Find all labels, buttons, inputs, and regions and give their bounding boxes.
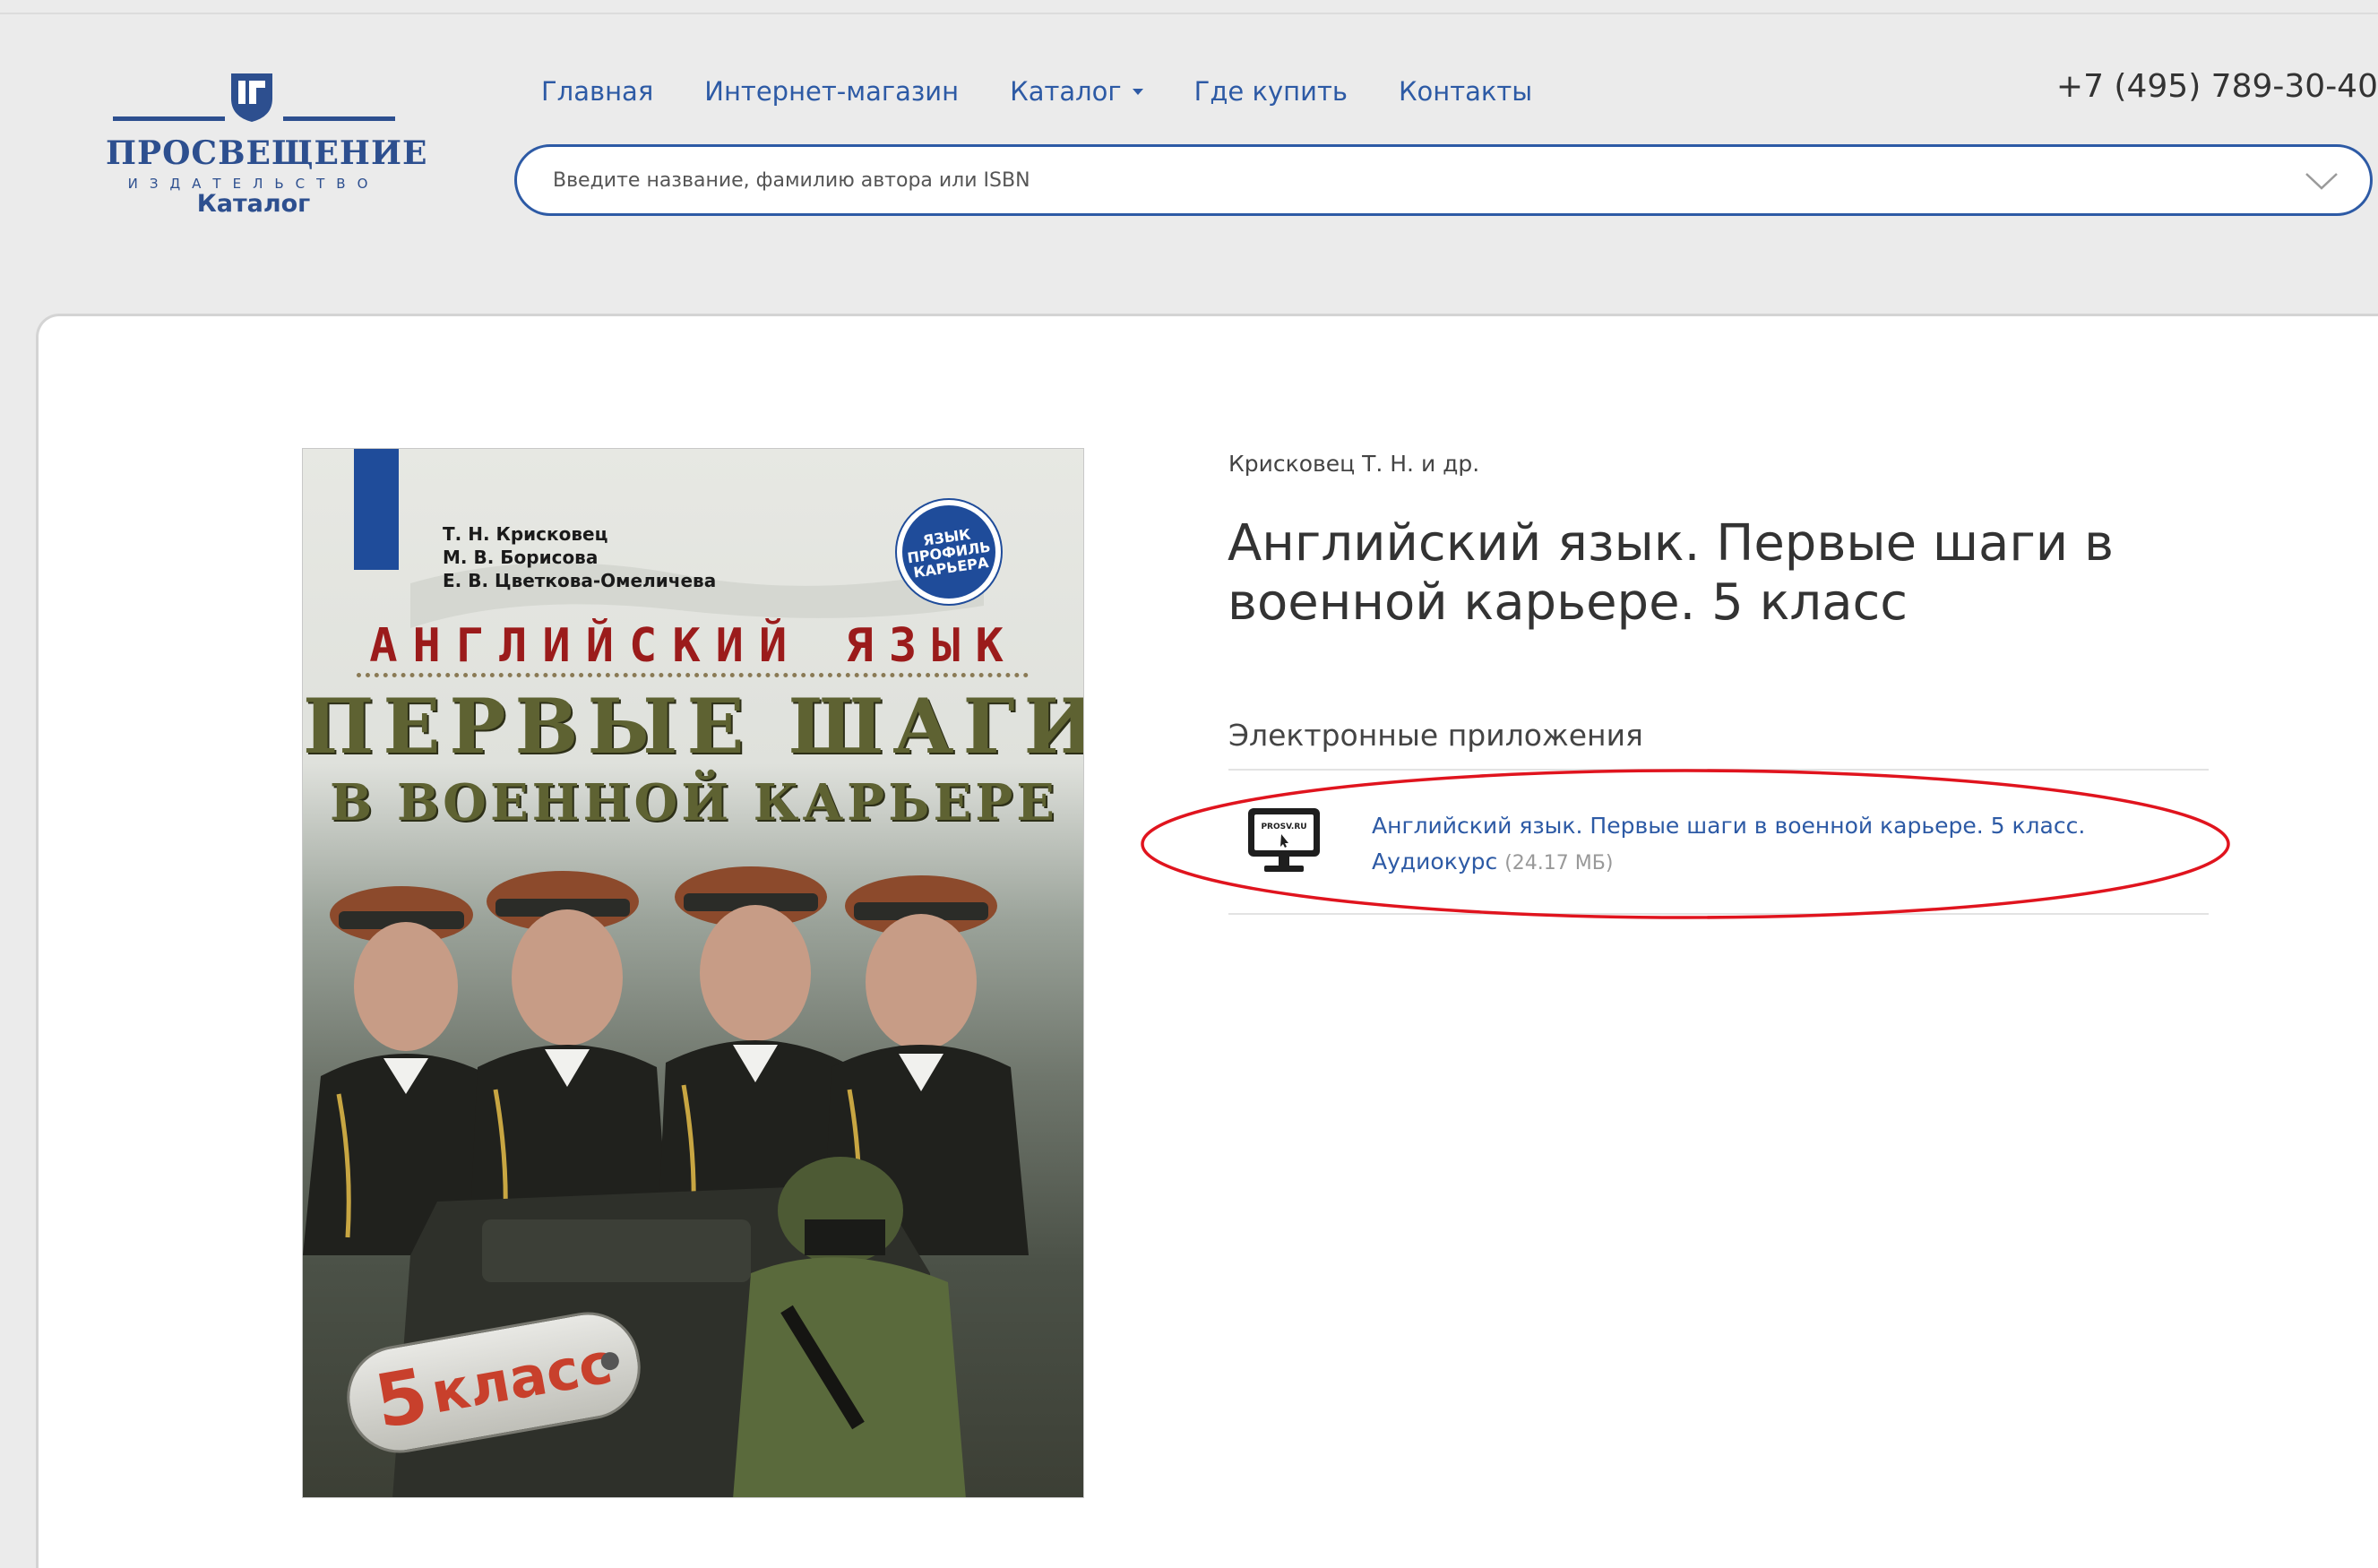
cover-series-badge: ЯЗЫК ПРОФИЛЬ КАРЬЕРА — [897, 500, 1001, 604]
cover-authors: Т. Н. Крисковец М. В. Борисова Е. В. Цве… — [443, 522, 716, 592]
cover-title-line-3: В ВОЕННОЙ КАРЬЕРЕ — [330, 773, 1058, 832]
book-author[interactable]: Крисковец Т. Н. и др. — [1228, 451, 1479, 477]
nav-link-where-to-buy[interactable]: Где купить — [1194, 76, 1348, 107]
nav-catalog-label: Каталог — [1010, 76, 1122, 107]
logo-bar-right — [283, 116, 395, 121]
main-nav: Главная Интернет-магазин Каталог Где куп… — [541, 72, 1583, 111]
cover-grade-number: 5 — [368, 1352, 435, 1445]
cover-publisher-mark — [354, 449, 399, 570]
book-title: Английский язык. Первые шаги в военной к… — [1228, 514, 2114, 632]
chevron-down-icon[interactable] — [2304, 170, 2339, 192]
divider-bottom — [1228, 913, 2209, 915]
top-border-line — [0, 13, 2378, 14]
cover-grade-word: класс — [426, 1329, 617, 1426]
cover-author-1: Т. Н. Крисковец — [443, 523, 608, 545]
logo-brand-text: ПРОСВЕЩЕНИЕ — [106, 134, 428, 172]
app-title: Английский язык. Первые шаги в военной к… — [1372, 813, 2086, 874]
app-download-link[interactable]: Английский язык. Первые шаги в военной к… — [1372, 808, 2178, 882]
monitor-icon-label: PROSV.RU — [1261, 823, 1306, 831]
search-input[interactable] — [553, 168, 2255, 192]
nav-link-shop[interactable]: Интернет-магазин — [704, 76, 959, 107]
cover-title-line-1: АНГЛИЙСКИЙ ЯЗЫК — [369, 619, 1019, 673]
logo-emblem-icon — [231, 73, 272, 122]
caret-down-icon — [1132, 88, 1143, 95]
electronic-apps-heading: Электронные приложения — [1228, 718, 1643, 753]
monitor-icon: PROSV.RU — [1248, 808, 1320, 872]
cover-title-line-2: ПЕРВЫЕ ШАГИ — [303, 682, 1084, 771]
logo-bar-left — [113, 116, 225, 121]
cover-series-badge-text: ЯЗЫК ПРОФИЛЬ КАРЬЕРА — [906, 525, 992, 582]
divider-top — [1228, 769, 2209, 771]
book-cover-image: Т. Н. Крисковец М. В. Борисова Е. В. Цве… — [302, 448, 1084, 1498]
nav-link-contacts[interactable]: Контакты — [1399, 76, 1532, 107]
cover-author-2: М. В. Борисова — [443, 547, 599, 568]
search-box[interactable] — [514, 144, 2373, 216]
logo-section-label: Каталог — [196, 190, 311, 218]
app-file-size: (24.17 МБ) — [1504, 852, 1614, 874]
app-list-item[interactable]: PROSV.RU Английский язык. Первые шаги в … — [1246, 805, 2214, 887]
phone-number[interactable]: +7 (495) 789-30-40 — [2056, 68, 2378, 105]
nav-link-home[interactable]: Главная — [541, 76, 653, 107]
nav-link-catalog[interactable]: Каталог — [1010, 76, 1143, 107]
publisher-logo[interactable]: ПРОСВЕЩЕНИЕ ИЗДАТЕЛЬСТВО Каталог — [106, 65, 428, 226]
cover-author-3: Е. В. Цветкова-Омеличева — [443, 570, 717, 591]
cover-dotted-rule — [357, 673, 1029, 677]
